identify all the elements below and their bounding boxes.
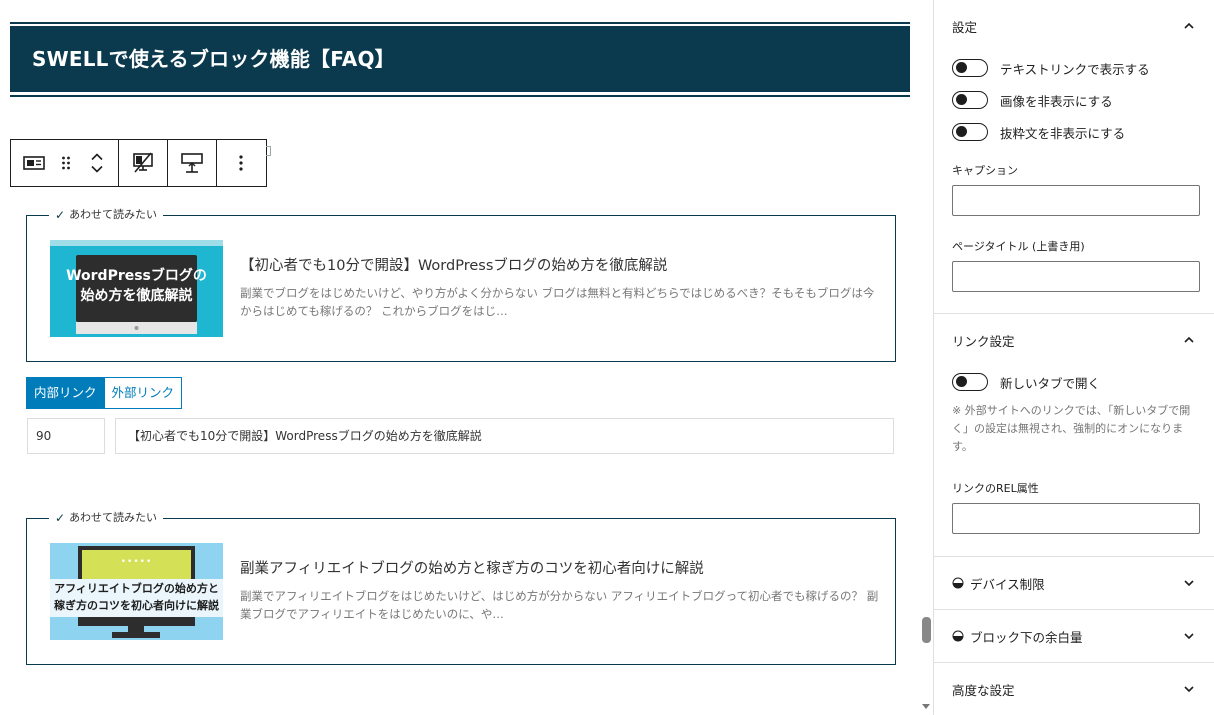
half-circle-icon	[952, 630, 964, 642]
more-vertical-icon	[239, 155, 243, 171]
thumbnail-dots: •••••	[120, 557, 153, 567]
toolbar-group-block	[11, 140, 119, 186]
related-post-card[interactable]: ✓ あわせて読みたい ••••• アフィリエイトブログの始め方と 稼ぎ方のコツを…	[26, 511, 896, 665]
card-thumbnail: ••••• アフィリエイトブログの始め方と 稼ぎ方のコツを初心者向けに解説	[50, 543, 223, 640]
chevron-down-icon[interactable]	[1182, 629, 1196, 643]
page-title-input[interactable]	[952, 261, 1200, 292]
check-icon: ✓	[55, 511, 66, 525]
chevron-down-icon[interactable]	[90, 165, 104, 174]
toolbar-group-device	[119, 140, 168, 186]
rel-input[interactable]	[952, 503, 1200, 534]
block-type-button[interactable]	[11, 140, 57, 186]
toolbar-group-margin	[168, 140, 217, 186]
toggle-hide-excerpt[interactable]: 抜粋文を非表示にする	[934, 116, 1214, 148]
toggle-switch[interactable]	[952, 373, 988, 391]
card-caption-text: あわせて読みたい	[69, 208, 158, 221]
editor-scrollbar-thumb[interactable]	[922, 617, 931, 643]
panel-settings-title: 設定	[952, 19, 978, 35]
panel-link-settings-header[interactable]: リンク設定	[934, 314, 1214, 366]
drag-handle-icon	[62, 156, 71, 170]
caption-label: キャプション	[952, 164, 1018, 177]
card-caption: ✓ あわせて読みたい	[49, 208, 164, 222]
card-excerpt: 副業でブログをはじめたいけど、やり方がよく分からない ブログは無料と有料どちらで…	[240, 286, 875, 318]
card-thumbnail: WordPressブログの 始め方を徹底解説	[50, 240, 223, 337]
margin-icon	[181, 153, 203, 173]
thumbnail-text-top: WordPressブログの	[66, 268, 207, 284]
post-id-input[interactable]: 90	[27, 418, 105, 454]
new-tab-note: ※ 外部サイトへのリンクでは、「新しいタブで開く」の設定は無視され、強制的にオン…	[952, 404, 1191, 453]
chevron-down-icon[interactable]	[1182, 682, 1196, 696]
related-post-card[interactable]: ✓ あわせて読みたい WordPressブログの 始め方を徹底解説 【初心者でも…	[26, 208, 896, 362]
toggle-text-link[interactable]: テキストリンクで表示する	[934, 52, 1214, 84]
chevron-up-icon[interactable]	[1182, 333, 1196, 347]
panel-device-title: デバイス制限	[970, 576, 1045, 592]
card-title[interactable]: 【初心者でも10分で開設】WordPressブログの始め方を徹底解説	[240, 256, 880, 276]
toggle-label: 抜粋文を非表示にする	[1000, 125, 1126, 141]
toggle-new-tab[interactable]: 新しいタブで開く	[934, 366, 1214, 398]
half-circle-icon	[952, 577, 964, 589]
device-visibility-button[interactable]	[119, 140, 167, 186]
card-caption: ✓ あわせて読みたい	[49, 511, 164, 525]
toggle-label: テキストリンクで表示する	[1000, 61, 1150, 77]
thumbnail-text-bottom: 始め方を徹底解説	[80, 288, 193, 304]
panel-advanced-header[interactable]: 高度な設定	[934, 663, 1214, 715]
tab-external-link[interactable]: 外部リンク	[104, 377, 183, 409]
tab-internal-link[interactable]: 内部リンク	[26, 377, 105, 409]
card-excerpt: 副業でアフィリエイトブログをはじめたいけど、はじめ方が分からない アフィリエイト…	[240, 589, 879, 621]
panel-margin-title: ブロック下の余白量	[970, 629, 1083, 645]
card-block-icon	[22, 156, 45, 170]
toggle-switch[interactable]	[952, 59, 988, 77]
panel-settings-header[interactable]: 設定	[934, 0, 1214, 52]
block-toolbar	[10, 139, 267, 187]
heading-text[interactable]: SWELLで使えるブロック機能【FAQ】	[10, 26, 910, 92]
toggle-switch[interactable]	[952, 91, 988, 109]
drag-handle[interactable]	[57, 140, 77, 186]
heading-bottom-line	[10, 95, 910, 97]
editor-canvas: SWELLで使えるブロック機能【FAQ】 ✓ あわせて読みたい WordPres…	[0, 0, 920, 715]
panel-device-header[interactable]: デバイス制限	[934, 557, 1214, 609]
panel-margin-header[interactable]: ブロック下の余白量	[934, 610, 1214, 662]
toggle-switch[interactable]	[952, 123, 988, 141]
caption-input[interactable]	[952, 185, 1200, 216]
settings-sidebar: 設定 テキストリンクで表示する 画像を非表示にする 抜粋文を非表示にする キャプ…	[933, 0, 1214, 715]
post-search-input[interactable]: 【初心者でも10分で開設】WordPressブログの始め方を徹底解説	[115, 418, 894, 454]
thumbnail-text-top: アフィリエイトブログの始め方と	[54, 582, 219, 595]
scroll-down-arrow[interactable]	[922, 704, 930, 709]
heading-block[interactable]: SWELLで使えるブロック機能【FAQ】	[10, 22, 910, 97]
heading-top-line	[10, 22, 910, 24]
chevron-down-icon[interactable]	[1182, 576, 1196, 590]
panel-link-settings-title: リンク設定	[952, 333, 1015, 349]
move-buttons[interactable]	[76, 140, 118, 186]
check-icon: ✓	[55, 208, 66, 222]
rel-label: リンクのREL属性	[952, 482, 1039, 495]
chevron-up-icon[interactable]	[1182, 19, 1196, 33]
toolbar-group-options	[217, 140, 266, 186]
panel-advanced-title: 高度な設定	[952, 682, 1015, 698]
toggle-label: 画像を非表示にする	[1000, 93, 1113, 109]
toggle-hide-image[interactable]: 画像を非表示にする	[934, 84, 1214, 116]
link-type-tabs: 内部リンク 外部リンク	[26, 377, 183, 409]
block-corner-marker	[266, 146, 271, 156]
chevron-up-icon[interactable]	[90, 152, 104, 161]
thumbnail-text-bottom: 稼ぎ方のコツを初心者向けに解説	[54, 599, 219, 612]
card-title[interactable]: 副業アフィリエイトブログの始め方と稼ぎ方のコツを初心者向けに解説	[240, 559, 880, 579]
toggle-label: 新しいタブで開く	[1000, 375, 1101, 391]
card-caption-text: あわせて読みたい	[69, 511, 158, 524]
block-margin-button[interactable]	[168, 140, 216, 186]
device-hide-icon	[133, 152, 153, 173]
page-title-label: ページタイトル (上書き用)	[952, 240, 1085, 253]
block-options-button[interactable]	[217, 140, 265, 186]
